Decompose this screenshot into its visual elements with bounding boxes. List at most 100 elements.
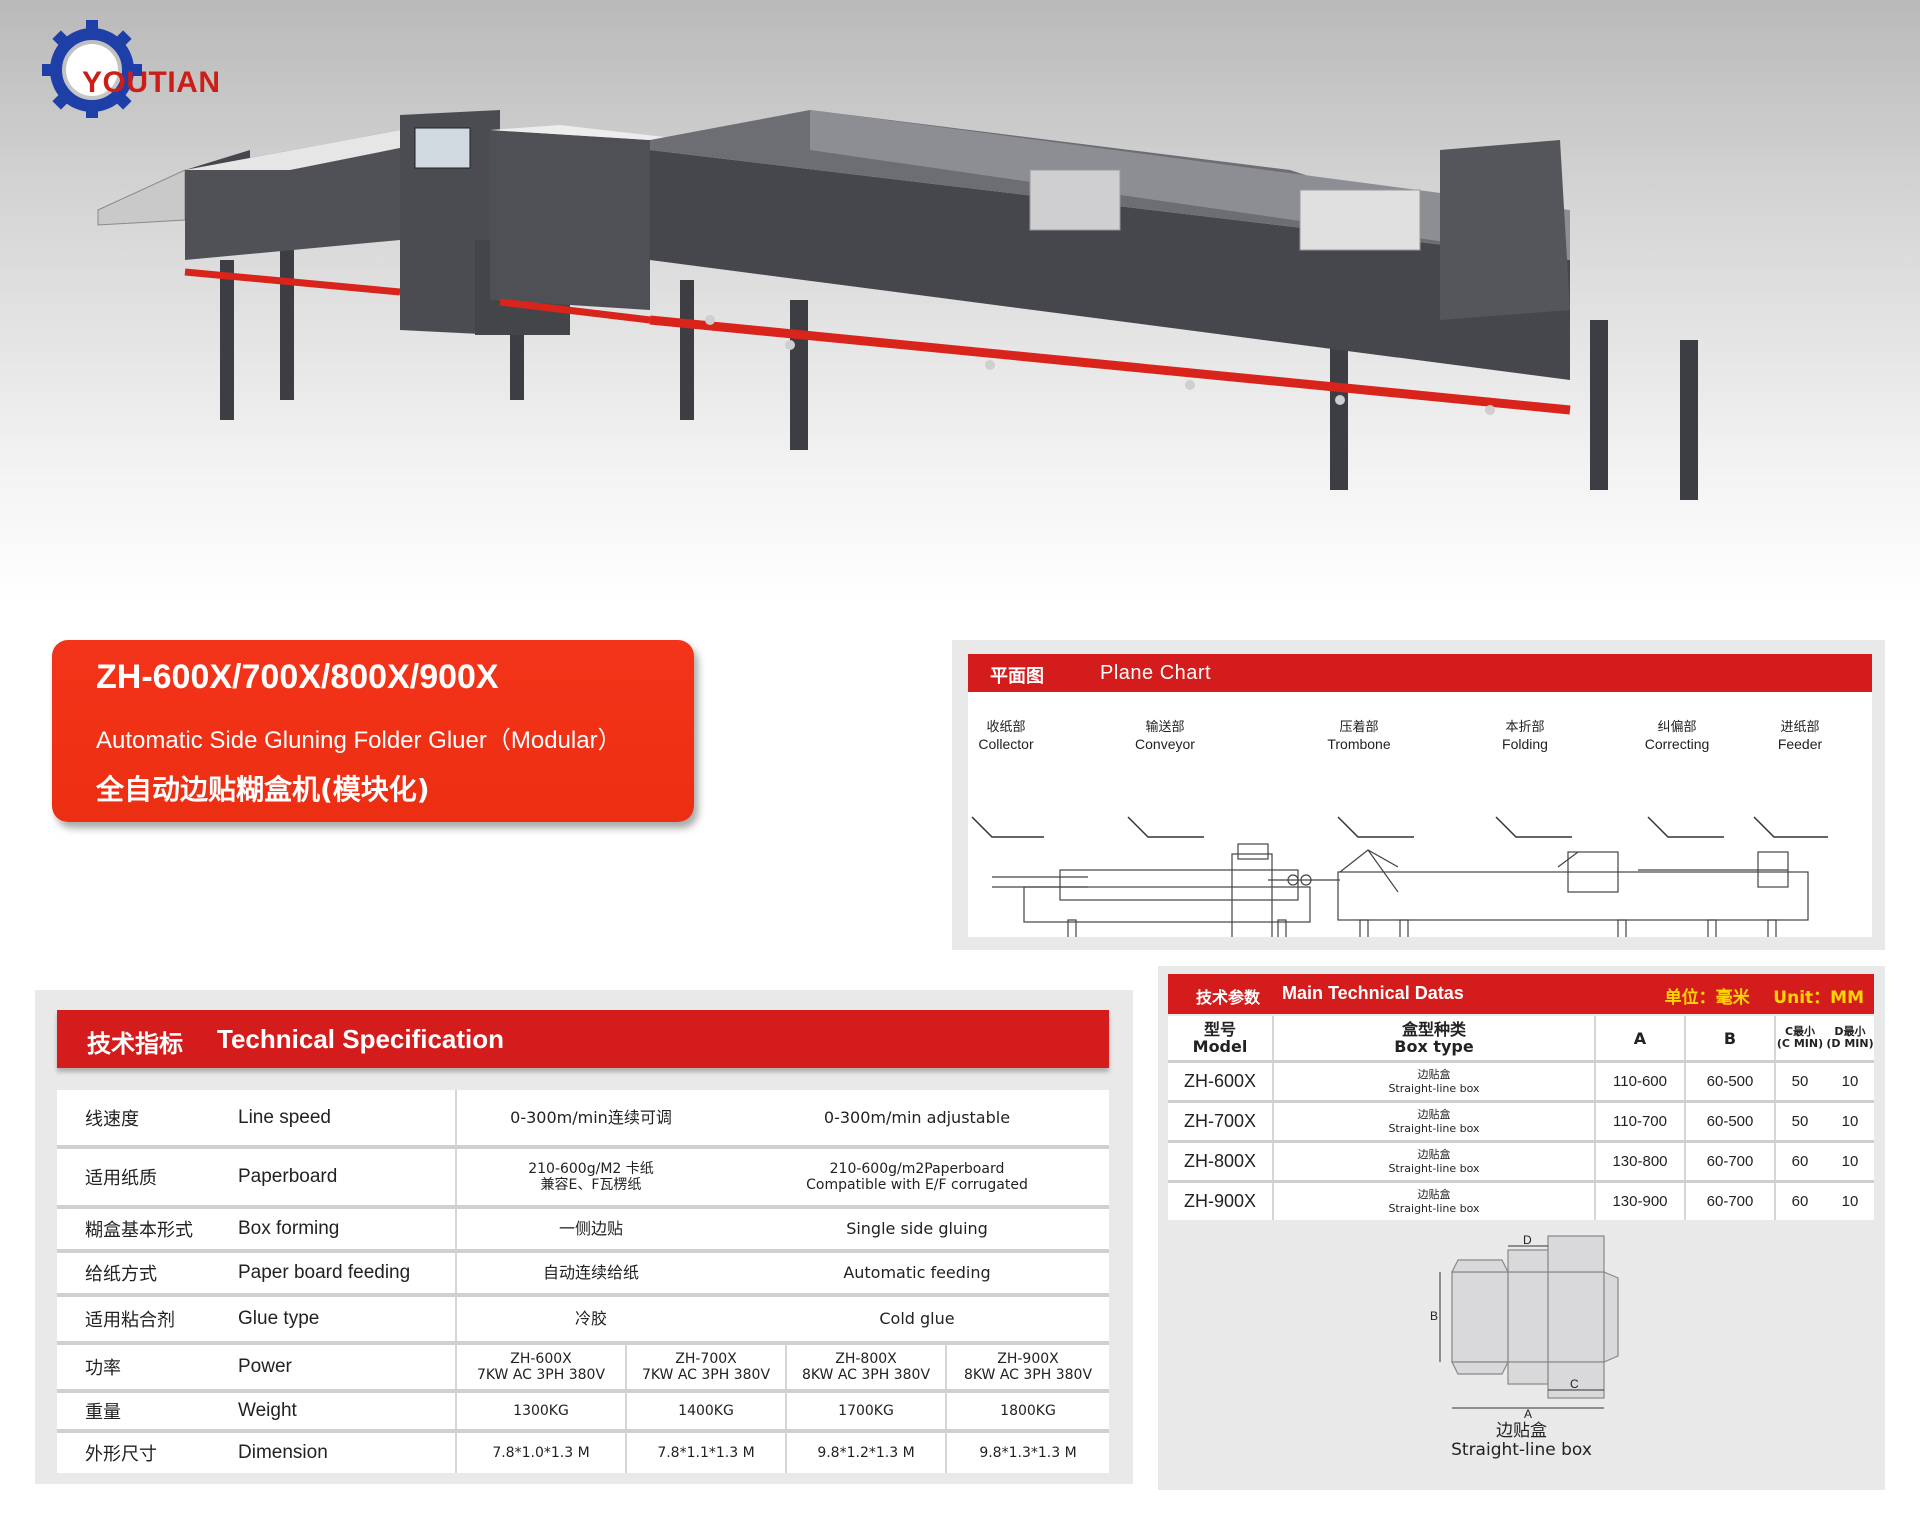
header-a: A [1633,1028,1647,1048]
spec-value: 1800KG [1000,1403,1056,1419]
main-data-unit: 单位：毫米 Unit：MM [1664,988,1864,1008]
box-caption-cn: 边贴盒 [1496,1421,1547,1441]
row-box-en: Straight-line box [1388,1161,1480,1175]
data-table-row: ZH-700X 边贴盒 Straight-line box 110-700 60-… [1168,1103,1874,1143]
plane-chart-drawing [971,816,1828,937]
row-box-cn: 边贴盒 [1417,1107,1451,1121]
row-b: 60-500 [1706,1113,1754,1130]
spec-value-en: Cold glue [879,1309,955,1328]
row-box-en: Straight-line box [1388,1081,1480,1095]
spec-row-paper-feeding: 给纸方式 Paper board feeding 自动连续给纸 Automati… [57,1253,1109,1297]
folder-gluer-machine-image [97,110,1698,500]
data-table-row: ZH-600X 边贴盒 Straight-line box 110-600 60-… [1168,1063,1874,1103]
spec-value-cn: 冷胶 [574,1309,607,1328]
header-box-en: Box type [1394,1037,1474,1056]
row-a: 130-900 [1612,1193,1668,1210]
row-b: 60-500 [1706,1073,1754,1090]
dim-label-a: A [1524,1407,1532,1418]
product-title-card: ZH-600X/700X/800X/900X Automatic Side Gl… [52,640,694,822]
row-b: 60-700 [1706,1193,1754,1210]
row-model: ZH-900X [1183,1191,1257,1211]
main-data-title-en: Main Technical Datas [1282,983,1464,1003]
spec-label-en: Glue type [238,1308,320,1329]
spec-value: 1400KG [678,1403,734,1419]
row-box-cn: 边贴盒 [1417,1187,1451,1201]
spec-value-en: 0-300m/min adjustable [823,1107,1011,1127]
spec-row-dimension: 外形尺寸 Dimension 7.8*1.0*1.3 M 7.8*1.1*1.3… [57,1433,1109,1473]
spec-label-cn: 重量 [85,1402,121,1423]
row-a: 110-600 [1613,1073,1667,1090]
spec-label-cn: 适用粘合剂 [85,1310,175,1331]
spec-label-en: Paperboard [238,1166,338,1187]
product-models: ZH-600X/700X/800X/900X [96,658,499,696]
row-box-en: Straight-line box [1388,1121,1480,1135]
row-box-en: Straight-line box [1388,1201,1480,1215]
technical-specification-panel: 技术指标 Technical Specification 线速度 Line sp… [35,990,1133,1484]
row-d: 10 [1841,1073,1859,1090]
spec-value: ZH-800X 8KW AC 3PH 380V [801,1351,931,1383]
spec-value: 9.8*1.3*1.3 M [979,1445,1077,1461]
row-a: 130-800 [1612,1153,1668,1170]
spec-value-en: Automatic feeding [843,1263,991,1282]
header-c-en: (C MIN) [1776,1037,1824,1050]
spec-label-en: Line speed [238,1106,331,1128]
dim-label-d: D [1523,1233,1532,1247]
spec-value: 7.8*1.1*1.3 M [657,1445,755,1461]
box-caption-en: Straight-line box [1451,1440,1592,1460]
dim-label-b: B [1430,1309,1438,1323]
spec-row-box-forming: 糊盒基本形式 Box forming 一侧边贴 Single side glui… [57,1209,1109,1253]
product-name-cn: 全自动边贴糊盒机(模块化) [96,773,430,806]
spec-row-glue-type: 适用粘合剂 Glue type 冷胶 Cold glue [57,1297,1109,1345]
brand-name: YOUTIAN [82,66,221,99]
main-data-title-cn: 技术参数 [1196,988,1261,1007]
main-data-header: 技术参数 Main Technical Datas 单位：毫米 Unit：MM [1168,974,1874,1014]
main-technical-data-panel: 技术参数 Main Technical Datas 单位：毫米 Unit：MM … [1158,966,1885,1490]
spec-value: ZH-900X 8KW AC 3PH 380V [963,1351,1093,1383]
spec-value: ZH-600X 7KW AC 3PH 380V [476,1351,606,1383]
plane-chart-title-en: Plane Chart [1100,662,1212,684]
straight-line-box-diagram: B A C D [1430,1233,1619,1418]
spec-label-en: Paper board feeding [238,1262,411,1283]
spec-row-weight: 重量 Weight 1300KG 1400KG 1700KG 1800KG [57,1393,1109,1433]
row-a: 110-700 [1613,1113,1667,1130]
row-c: 50 [1791,1113,1809,1130]
row-box-cn: 边贴盒 [1417,1067,1451,1081]
data-table-header: 型号 Model 盒型种类 Box type A B C最小 (C MIN) D最小(… [1168,1016,1874,1063]
row-box-cn: 边贴盒 [1417,1147,1451,1161]
plane-chart-header: 平面图 Plane Chart [968,654,1872,692]
youtian-logo: YOUTIAN [30,18,220,120]
spec-value-cn: 0-300m/min连续可调 [510,1107,672,1127]
spec-label-cn: 糊盒基本形式 [85,1220,193,1241]
plane-chart-panel: 平面图 Plane Chart 收纸部 Collector 输送部 Conveyor… [952,640,1885,950]
row-model: ZH-700X [1183,1111,1257,1131]
spec-value: 7.8*1.0*1.3 M [492,1445,590,1461]
spec-label-cn: 给纸方式 [85,1264,157,1285]
row-b: 60-700 [1706,1153,1754,1170]
spec-value-cn: 自动连续给纸 [542,1263,639,1282]
header-model-cn: 型号 [1203,1020,1236,1039]
spec-row-paperboard: 适用纸质 Paperboard 210-600g/M2 卡纸 兼容E、F瓦楞纸 … [57,1149,1109,1209]
product-name-en: Automatic Side Gluning Folder Gluer（Modu… [96,727,622,754]
header-b: B [1723,1028,1737,1048]
spec-label-cn: 功率 [85,1358,121,1379]
dim-label-c: C [1570,1377,1579,1391]
row-c: 60 [1791,1193,1809,1210]
row-model: ZH-800X [1183,1151,1257,1171]
data-table-row: ZH-800X 边贴盒 Straight-line box 130-800 60-… [1168,1143,1874,1183]
spec-label-en: Weight [238,1400,297,1421]
row-model: ZH-600X [1183,1071,1257,1091]
spec-value: 1700KG [838,1403,894,1419]
spec-value-en: 210-600g/m2Paperboard Compatible with E/… [806,1161,1028,1193]
spec-value-cn: 210-600g/M2 卡纸 兼容E、F瓦楞纸 [528,1161,654,1193]
tech-spec-title-en: Technical Specification [217,1024,505,1054]
row-d: 10 [1841,1113,1859,1130]
header-box-cn: 盒型种类 [1401,1020,1466,1039]
row-c: 50 [1791,1073,1809,1090]
row-d: 10 [1841,1153,1859,1170]
plane-chart-title-cn: 平面图 [990,666,1044,687]
spec-row-power: 功率 Power ZH-600X 7KW AC 3PH 380V ZH-700X… [57,1345,1109,1393]
tech-spec-title-cn: 技术指标 [87,1030,183,1058]
spec-value: ZH-700X 7KW AC 3PH 380V [641,1351,771,1383]
row-c: 60 [1791,1153,1809,1170]
header-d-en: (D MIN) [1826,1037,1874,1050]
